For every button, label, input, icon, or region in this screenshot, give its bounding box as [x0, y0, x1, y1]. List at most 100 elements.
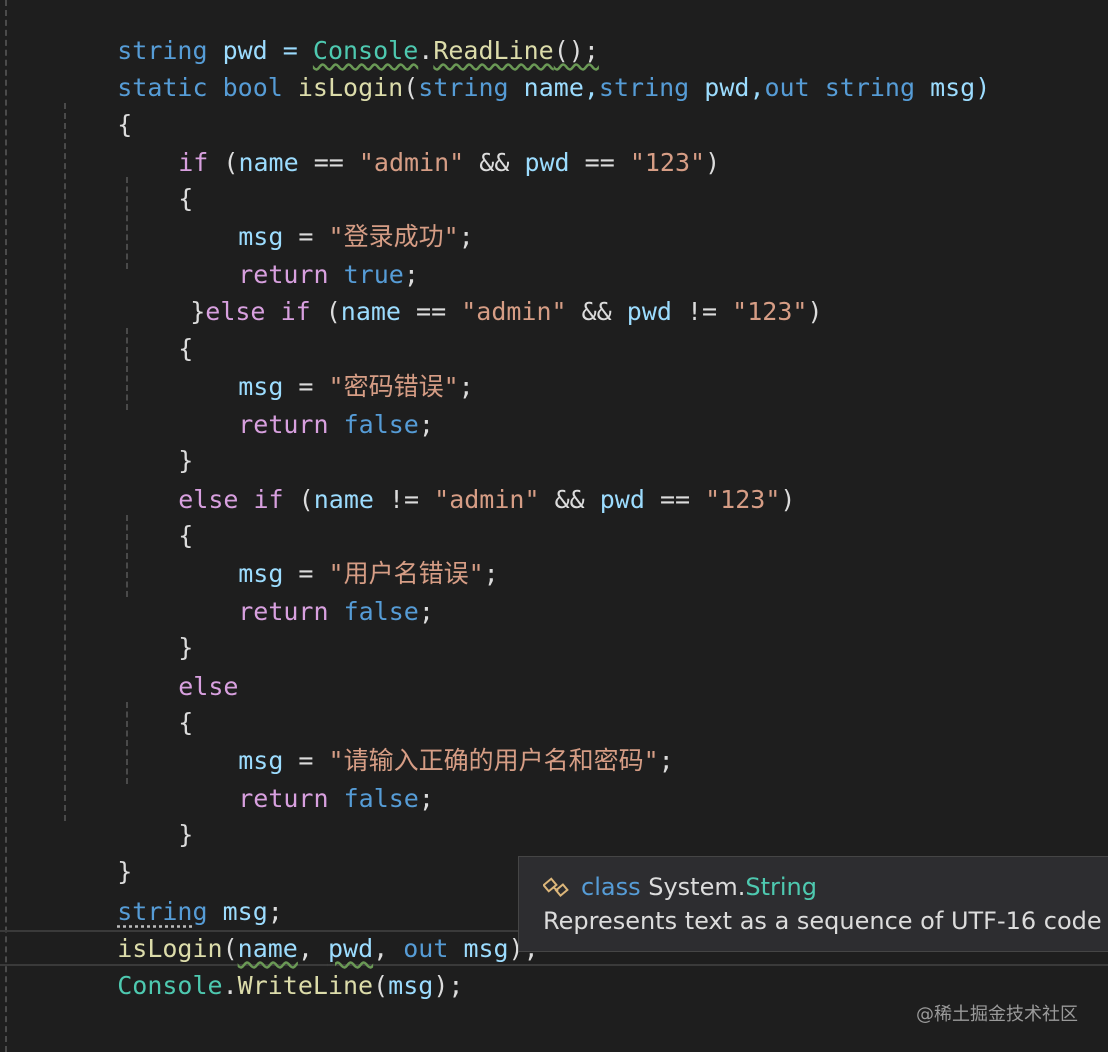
punctuation-token: ; [658, 746, 674, 775]
method-token: isLogin [297, 73, 404, 102]
control-keyword-token: return [238, 784, 329, 813]
punctuation-token: ; [458, 372, 474, 401]
code-line-12: } [118, 405, 193, 475]
code-line-19: { [118, 667, 193, 737]
variable-token: pwd [626, 297, 672, 326]
punctuation-token: ); [433, 971, 464, 1000]
code-line-21: return false; [178, 743, 434, 813]
code-line-3: { [57, 69, 132, 139]
parameter-token: msg) [915, 73, 991, 102]
keyword-token: string [824, 73, 916, 102]
variable-token: name [238, 148, 299, 177]
keyword-token: false [343, 410, 419, 439]
variable-token: name [313, 485, 374, 514]
code-line-10: msg = "密码错误"; [178, 331, 473, 401]
code-line-17: } [118, 592, 193, 662]
code-line-7: return true; [178, 219, 419, 289]
punctuation-token: ; [418, 784, 434, 813]
code-line-18: else [118, 631, 238, 701]
string-token: "123" [705, 485, 781, 514]
variable-token: pwd [599, 485, 645, 514]
tooltip-namespace: System. [648, 873, 746, 901]
operator-token: == [644, 485, 706, 514]
code-line-16: return false; [178, 556, 434, 626]
parameter-token: pwd, [689, 73, 765, 102]
variable-token: msg [463, 934, 509, 963]
variable-token: msg [388, 971, 434, 1000]
string-token: "admin" [358, 148, 465, 177]
punctuation-token: ) [807, 297, 823, 326]
tooltip-type-name: String [745, 873, 817, 901]
code-line-23: } [57, 816, 132, 886]
code-line-22: } [118, 779, 193, 849]
gutter-margin [5, 0, 7, 1052]
code-line-11: return false; [178, 369, 434, 439]
punctuation-token: ( [208, 148, 239, 177]
punctuation-token: ; [418, 597, 434, 626]
control-keyword-token: return [238, 597, 329, 626]
code-line-20: msg = "请输入正确的用户名和密码"; [178, 705, 673, 775]
code-line-14: { [118, 480, 193, 550]
code-line-26: Console.WriteLine(msg); [57, 930, 463, 1000]
brace-token: } [178, 820, 194, 849]
punctuation-token: ( [373, 971, 389, 1000]
keyword-token: bool [222, 73, 283, 102]
operator-token: && [566, 297, 627, 326]
control-keyword-token: else [205, 297, 266, 326]
keyword-token: string [598, 73, 690, 102]
parameter-token: name, [508, 73, 599, 102]
control-keyword-token: if [253, 485, 284, 514]
code-line-24: string msg; [57, 856, 283, 926]
operator-token: != [373, 485, 435, 514]
tooltip-header: class System.String [542, 873, 817, 901]
control-keyword-token: return [238, 410, 329, 439]
punctuation-token: ; [418, 410, 434, 439]
code-line-1: string pwd = Console.ReadLine(); [57, 0, 599, 65]
code-line-5: { [118, 143, 193, 213]
keyword-token: false [343, 597, 419, 626]
punctuation-token: ; [483, 559, 499, 588]
operator-token: && [464, 148, 525, 177]
operator-token: && [539, 485, 600, 514]
watermark: @稀土掘金技术社区 [916, 1004, 1078, 1025]
indent-guide [64, 103, 66, 821]
code-line-15: msg = "用户名错误"; [178, 518, 498, 588]
code-line-8: }else if (name == "admin" && pwd != "123… [130, 256, 822, 326]
class-icon [542, 875, 573, 901]
method-token: WriteLine [237, 971, 374, 1000]
quickinfo-tooltip[interactable]: class System.String Represents text as a… [518, 856, 1108, 952]
string-token: "admin" [461, 297, 567, 326]
string-token: "123" [629, 148, 706, 177]
code-line-13: else if (name != "admin" && pwd == "123"… [118, 444, 795, 514]
code-line-4: if (name == "admin" && pwd == "123") [118, 107, 720, 177]
punctuation-token: . [222, 971, 238, 1000]
punctuation-token: ( [283, 485, 314, 514]
punctuation-token: ; [458, 222, 474, 251]
operator-token: != [671, 297, 733, 326]
keyword-token: string [418, 73, 509, 102]
keyword-token: false [343, 784, 419, 813]
string-token: "123" [732, 297, 808, 326]
operator-token: == [298, 148, 359, 177]
variable-token: pwd [524, 148, 570, 177]
code-line-9: { [118, 293, 193, 363]
code-line-6: msg = "登录成功"; [178, 181, 473, 251]
string-token: "admin" [434, 485, 540, 514]
punctuation-token: ( [310, 297, 341, 326]
operator-token: == [401, 297, 462, 326]
punctuation-token: ) [705, 148, 721, 177]
punctuation-token: ( [403, 73, 419, 102]
control-keyword-token: if [280, 297, 311, 326]
variable-token: name [340, 297, 401, 326]
type-token: Console [117, 971, 223, 1000]
operator-token: == [569, 148, 630, 177]
tooltip-description: Represents text as a sequence of UTF-16 … [543, 907, 1108, 935]
